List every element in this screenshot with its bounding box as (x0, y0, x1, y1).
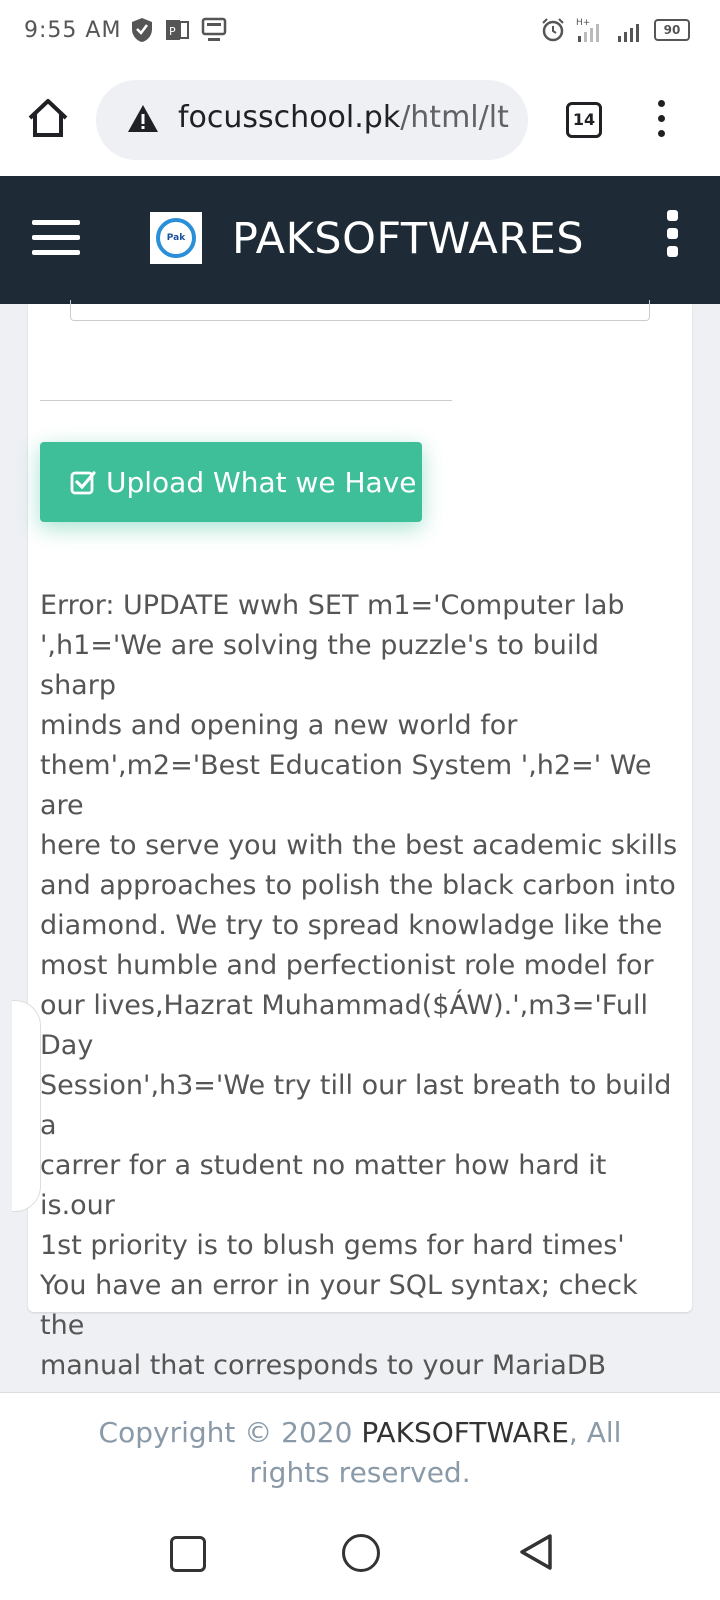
office-icon: P (166, 20, 189, 40)
desktop-icon (201, 17, 227, 41)
divider (40, 400, 452, 401)
menu-dot (657, 130, 665, 137)
site-menu-kebab-icon[interactable] (664, 210, 680, 264)
svg-text:H+: H+ (576, 18, 590, 28)
signal-icon (618, 24, 639, 42)
status-time: 9:55 AM (24, 18, 122, 43)
tab-switcher-button[interactable]: 14 (566, 102, 602, 138)
back-icon[interactable] (516, 1532, 556, 1572)
menu-dot (657, 115, 665, 122)
status-icons-left: P (130, 16, 228, 44)
site-header: Pak PAKSOFTWARES (0, 176, 720, 304)
textarea-field[interactable] (70, 300, 650, 321)
warning-icon[interactable] (126, 102, 160, 136)
status-bar: 9:55 AM P H+ 90 (0, 0, 720, 64)
footer-brand: PAKSOFTWARE (361, 1416, 569, 1449)
url-path: /html/lt (400, 100, 509, 135)
copyright-text: Copyright © 2020 PAKSOFTWARE, All rights… (60, 1413, 660, 1493)
status-icons-right: H+ 90 (540, 16, 690, 44)
upload-button[interactable]: Upload What we Have (40, 442, 422, 522)
shield-icon (132, 18, 152, 42)
upload-button-label: Upload What we Have (106, 465, 417, 499)
home-button[interactable] (342, 1534, 380, 1572)
site-logo[interactable]: Pak (150, 212, 202, 264)
side-panel-handle[interactable] (12, 1000, 41, 1212)
logo-emblem: Pak (156, 218, 196, 258)
menu-dot (657, 100, 665, 107)
site-footer: Copyright © 2020 PAKSOFTWARE, All rights… (0, 1392, 720, 1504)
address-bar[interactable]: focusschool.pk/html/lt (96, 80, 528, 160)
battery-indicator: 90 (654, 19, 690, 41)
check-square-icon (70, 471, 96, 495)
alarm-icon (542, 18, 564, 42)
svg-text:P: P (169, 25, 176, 38)
recent-apps-button[interactable] (170, 1536, 206, 1572)
site-brand-title[interactable]: PAKSOFTWARES (232, 214, 584, 264)
content-card: Upload What we Have Error: UPDATE wwh SE… (12, 300, 692, 1541)
browser-menu-button[interactable] (654, 100, 668, 140)
url-domain: focusschool.pk (178, 100, 401, 135)
signal-icon: H+ (576, 18, 599, 42)
system-nav-bar (0, 1502, 720, 1600)
browser-toolbar: focusschool.pk/html/lt 14 (0, 64, 720, 176)
hamburger-menu-icon[interactable] (32, 220, 80, 256)
url-text[interactable]: focusschool.pk/html/lt (178, 100, 509, 135)
home-icon[interactable] (24, 94, 72, 142)
copyright-label: Copyright © 2020 (98, 1416, 353, 1449)
